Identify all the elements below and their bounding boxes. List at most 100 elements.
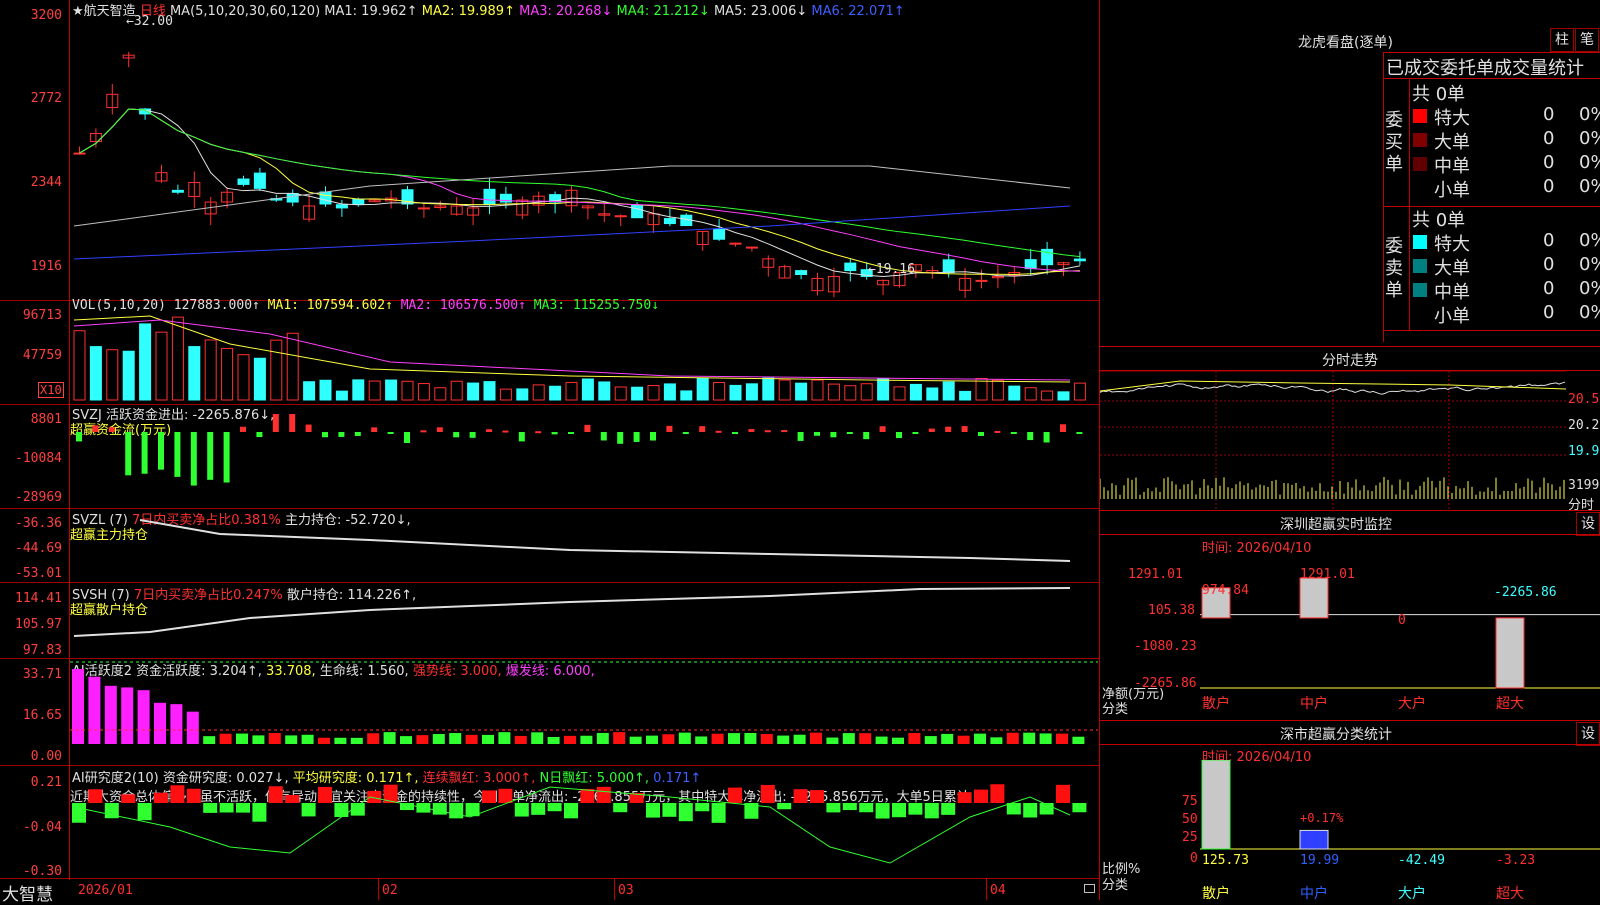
ai1-axis-tick: 16.65 xyxy=(22,708,62,723)
monitor-bar xyxy=(1495,617,1525,689)
svzj-bar xyxy=(879,426,886,432)
volume-bar xyxy=(1024,387,1037,401)
svzj-bar xyxy=(748,429,755,432)
research-bar xyxy=(892,803,906,818)
volume-bar xyxy=(696,377,709,401)
research-bar xyxy=(236,803,250,813)
ai1-axis-tick: 33.71 xyxy=(22,667,62,682)
volume-bar xyxy=(565,381,578,401)
activity-bar xyxy=(1039,733,1052,744)
volume-bar xyxy=(385,379,398,401)
order-count: 0 xyxy=(1543,128,1555,149)
candlestick-chart[interactable] xyxy=(70,16,1098,298)
svsh-chart[interactable] xyxy=(70,584,1098,658)
research-bar xyxy=(1056,784,1070,803)
order-percent: 0% xyxy=(1579,302,1600,323)
vol-axis-tick: 47759 xyxy=(22,348,62,363)
vol-ma2: MA2: 106576.500↑ xyxy=(400,298,526,313)
research-bar xyxy=(137,803,152,821)
volume-bar xyxy=(631,386,644,401)
activity-bar xyxy=(268,733,281,744)
lock-icon[interactable] xyxy=(1084,884,1095,893)
color-swatch xyxy=(1413,157,1427,171)
tick-mode-button[interactable]: 笔 xyxy=(1575,28,1599,52)
svzj-bar xyxy=(141,432,148,474)
svzj-bar xyxy=(584,424,591,432)
activity-bar xyxy=(1056,733,1068,744)
svzj-bar xyxy=(502,430,509,433)
activity-bar xyxy=(564,735,576,744)
activity-bar xyxy=(482,734,494,744)
svzj-bar xyxy=(289,414,296,432)
order-count: 0 xyxy=(1543,152,1555,173)
classstat-marker-label: +0.17% xyxy=(1300,811,1344,825)
research-bar xyxy=(334,803,349,817)
intraday-chart[interactable] xyxy=(1100,371,1566,511)
research-bar xyxy=(810,790,824,803)
svzl-axis-tick: -36.36 xyxy=(15,516,62,531)
volume-bar xyxy=(991,379,1004,401)
volume-bar xyxy=(73,330,86,401)
research-bar xyxy=(711,803,726,823)
classstat-value-label: 125.73 xyxy=(1202,853,1249,868)
monitor-category-label: 中户 xyxy=(1300,695,1328,712)
order-percent: 0% xyxy=(1579,278,1600,299)
date-tick: 03 xyxy=(618,883,634,898)
activity-bar xyxy=(318,737,330,744)
svzj-bar xyxy=(469,432,476,438)
svzj-bar xyxy=(633,432,640,442)
price-axis-tick: 2772 xyxy=(30,91,62,106)
svzj-bar xyxy=(928,428,935,432)
svzj-bar xyxy=(158,432,164,470)
ai-activity-chart[interactable] xyxy=(70,660,1098,764)
high-annotation: ←32.00 xyxy=(126,14,173,29)
svzj-bar xyxy=(814,432,820,436)
intraday-vol-tick: 3199 xyxy=(1568,478,1600,493)
classstat-bar-chart[interactable]: 125.73 散户 19.99 中户 -42.49 大户 -3.23 超大 +0.17% xyxy=(1200,760,1600,900)
svzj-bar xyxy=(797,432,804,441)
volume-bar xyxy=(335,390,348,401)
svzj-bar xyxy=(781,430,788,433)
svzl-axis-tick: -44.69 xyxy=(15,541,62,556)
volume-bar xyxy=(975,377,988,401)
activity-bar xyxy=(400,736,412,744)
monitor-category-label: 大户 xyxy=(1398,695,1426,712)
ai1-axis-tick: 0.00 xyxy=(30,749,62,764)
monitor-bar-chart[interactable]: 974.84 散户 1291.01 中户 0 大户 -2265.86 超大 xyxy=(1200,558,1600,718)
activity-bar xyxy=(974,733,986,744)
dragon-box-top xyxy=(1383,52,1600,53)
candle-body xyxy=(483,188,496,205)
svzj-chart[interactable] xyxy=(70,406,1098,506)
ma4-line xyxy=(79,108,1080,258)
classstat-settings-button[interactable]: 设 xyxy=(1576,722,1600,746)
monitor-settings-button[interactable]: 设 xyxy=(1576,512,1600,536)
activity-bar xyxy=(580,735,593,744)
volume-bar xyxy=(368,380,381,401)
separator-bottom xyxy=(0,878,1099,879)
color-swatch xyxy=(1413,133,1427,147)
classstat-category-label: 大户 xyxy=(1398,885,1426,900)
volume-bar xyxy=(237,354,250,401)
bar-mode-button[interactable]: 柱 xyxy=(1550,28,1574,52)
svzj-bar xyxy=(945,426,952,432)
svzl-chart[interactable] xyxy=(70,510,1098,582)
volume-chart[interactable] xyxy=(70,314,1098,402)
activity-bar xyxy=(990,737,1003,744)
candle-body xyxy=(417,207,430,210)
volume-bar xyxy=(614,386,627,401)
svzj-bar xyxy=(354,432,361,436)
activity-bar xyxy=(367,733,380,744)
order-class-label: 特大 xyxy=(1434,108,1470,129)
activity-bar xyxy=(711,733,724,744)
volume-bar xyxy=(1008,385,1021,401)
research-bar xyxy=(859,803,874,813)
svzj-bar xyxy=(305,424,312,432)
date-tick: 2026/01 xyxy=(78,883,133,898)
ai-research-chart[interactable] xyxy=(70,767,1098,877)
order-percent: 0% xyxy=(1579,176,1600,197)
activity-bar xyxy=(892,737,904,744)
classstat-axis-tick: 50 xyxy=(1182,812,1198,827)
volume-bar xyxy=(221,347,234,401)
research-bar xyxy=(449,803,464,819)
volume-bar xyxy=(434,387,447,401)
